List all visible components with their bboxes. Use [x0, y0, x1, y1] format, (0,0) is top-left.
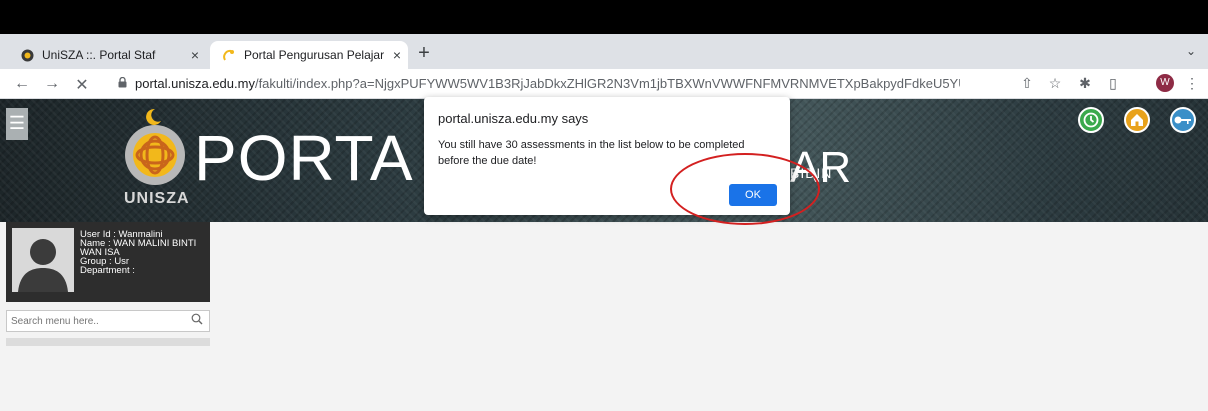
tab-portal-pengurusan-pelajar[interactable]: Portal Pengurusan Pelajar × [210, 41, 408, 69]
clock-icon[interactable] [1078, 107, 1104, 133]
back-button[interactable]: ← [12, 75, 32, 93]
home-icon[interactable] [1124, 107, 1150, 133]
stop-button[interactable]: ✕ [72, 75, 92, 95]
bookmark-star-icon[interactable]: ☆ [1046, 75, 1064, 92]
portal-title-left: PORTA [194, 122, 414, 194]
unisza-logo-label: UNISZA [124, 190, 190, 207]
dialog-title: portal.unisza.edu.my says [438, 111, 589, 126]
forward-button[interactable]: → [42, 75, 62, 93]
new-tab-button[interactable]: + [414, 42, 434, 65]
annotation-circle [670, 153, 820, 225]
user-department: Department : [80, 265, 135, 276]
browser-tab-strip: UniSZA ::. Portal Staf × Portal Pengurus… [0, 34, 1208, 69]
extensions-icon[interactable]: ✱ [1076, 75, 1094, 92]
user-profile-card: User Id : Wanmalini Name : WAN MALINI BI… [6, 222, 210, 302]
tab-search-icon[interactable]: ⌄ [1186, 44, 1196, 58]
user-info: User Id : Wanmalini Name : WAN MALINI BI… [80, 230, 196, 276]
tab-label: UniSZA ::. Portal Staf [42, 48, 156, 62]
menu-search [6, 310, 210, 332]
sidebar-menu-area [6, 338, 210, 346]
logout-key-icon[interactable] [1170, 107, 1196, 133]
portal-sidebar: User Id : Wanmalini Name : WAN MALINI BI… [6, 222, 210, 346]
menu-search-input[interactable] [11, 313, 186, 329]
tab-unisza-portal-staf[interactable]: UniSZA ::. Portal Staf × [8, 41, 206, 69]
address-bar[interactable]: portal.unisza.edu.my/fakulti/index.php?a… [118, 76, 960, 91]
user-avatar [12, 228, 74, 292]
menu-toggle-button[interactable]: ☰ [6, 108, 28, 140]
url-host: portal.unisza.edu.my [135, 76, 255, 91]
share-icon[interactable]: ⇧ [1018, 75, 1036, 92]
search-icon[interactable] [191, 313, 203, 328]
sidebar-toggle-icon[interactable]: ▯ [1104, 75, 1122, 92]
screen-top-bar [0, 0, 1208, 34]
browser-menu-icon[interactable]: ⋮ [1183, 75, 1201, 92]
url-path: /fakulti/index.php?a=NjgxPUFYWW5WV1B3RjJ… [254, 76, 960, 91]
tab-close-icon[interactable]: × [184, 47, 206, 63]
unisza-favicon-icon [20, 48, 34, 62]
loading-favicon-icon [222, 48, 236, 62]
tab-close-icon[interactable]: × [386, 47, 408, 63]
tab-label: Portal Pengurusan Pelajar [244, 48, 385, 62]
browser-toolbar: ← → ✕ portal.unisza.edu.my/fakulti/index… [0, 69, 1208, 99]
profile-avatar-button[interactable]: W [1156, 74, 1174, 92]
lock-icon [118, 76, 127, 91]
